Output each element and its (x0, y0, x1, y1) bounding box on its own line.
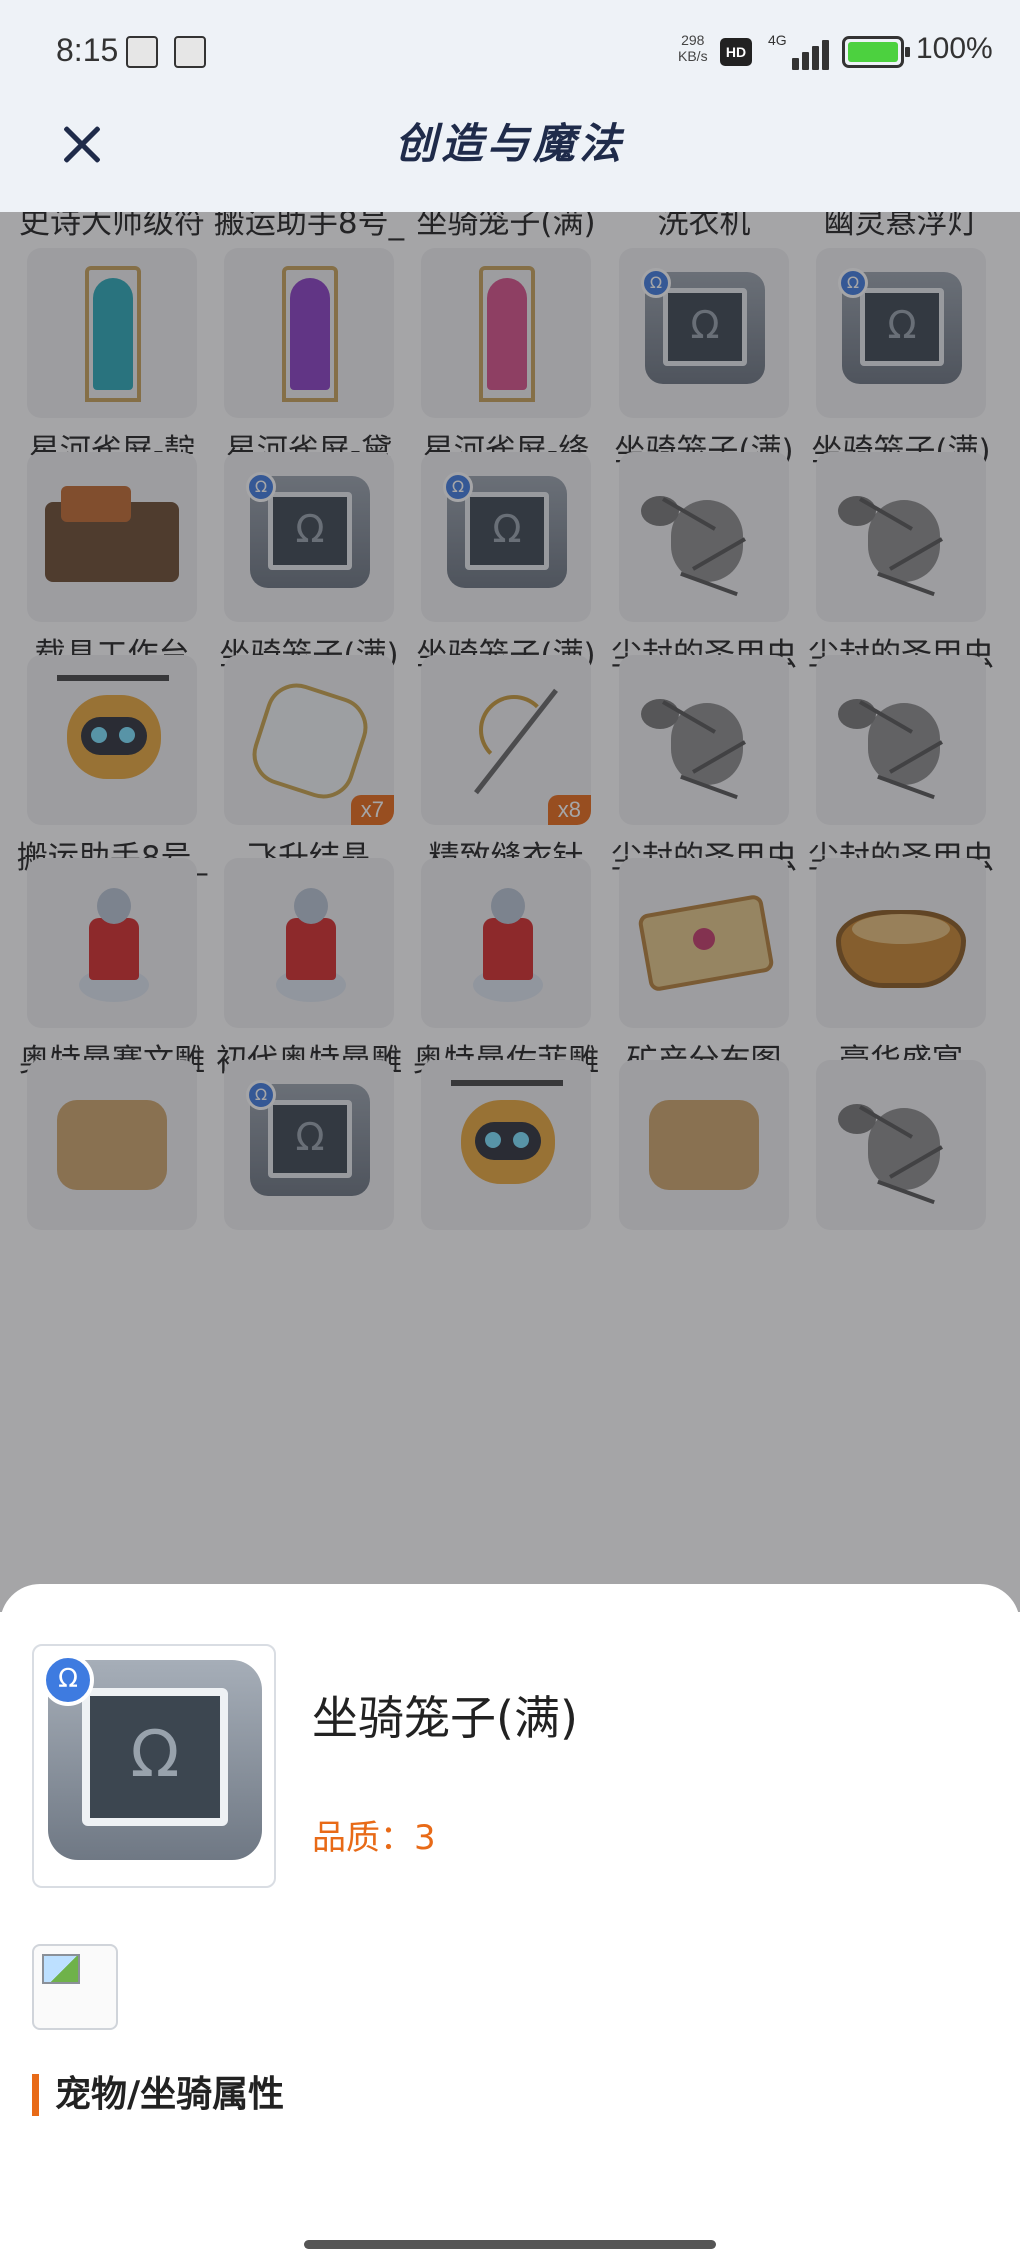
signal-icon (780, 36, 830, 70)
notification-icon (126, 36, 158, 68)
status-time: 8:15 (56, 32, 119, 68)
home-indicator[interactable] (304, 2240, 716, 2249)
broken-image-icon (32, 1944, 118, 2030)
section-title: 宠物/坐骑属性 (32, 2074, 284, 2116)
hd-icon: HD (720, 38, 752, 66)
status-bar: 8:15 298 KB/s HD 4G 100% (0, 0, 1020, 105)
item-detail-sheet: Ω Ω 坐骑笼子(满) 品质：3 宠物/坐骑属性 (0, 1584, 1020, 2267)
top-bar: 8:15 298 KB/s HD 4G 100% 创造与魔法 (0, 0, 1020, 212)
battery-level: 100% (916, 32, 993, 65)
battery-icon (842, 36, 910, 68)
page-title: 创造与魔法 (394, 119, 625, 168)
network-speed-unit: KB/s (678, 48, 708, 64)
item-detail-name: 坐骑笼子(满) (312, 1691, 578, 1745)
cage-icon: Ω (82, 1688, 228, 1826)
item-detail-quality: 品质：3 (312, 1818, 436, 1858)
network-speed-value: 298 (681, 32, 705, 48)
network-speed: 298 KB/s (678, 32, 708, 64)
notification-icon (174, 36, 206, 68)
mount-badge-icon: Ω (42, 1654, 94, 1706)
modal-backdrop[interactable] (0, 212, 1020, 1612)
item-detail-image: Ω Ω (32, 1644, 276, 1888)
